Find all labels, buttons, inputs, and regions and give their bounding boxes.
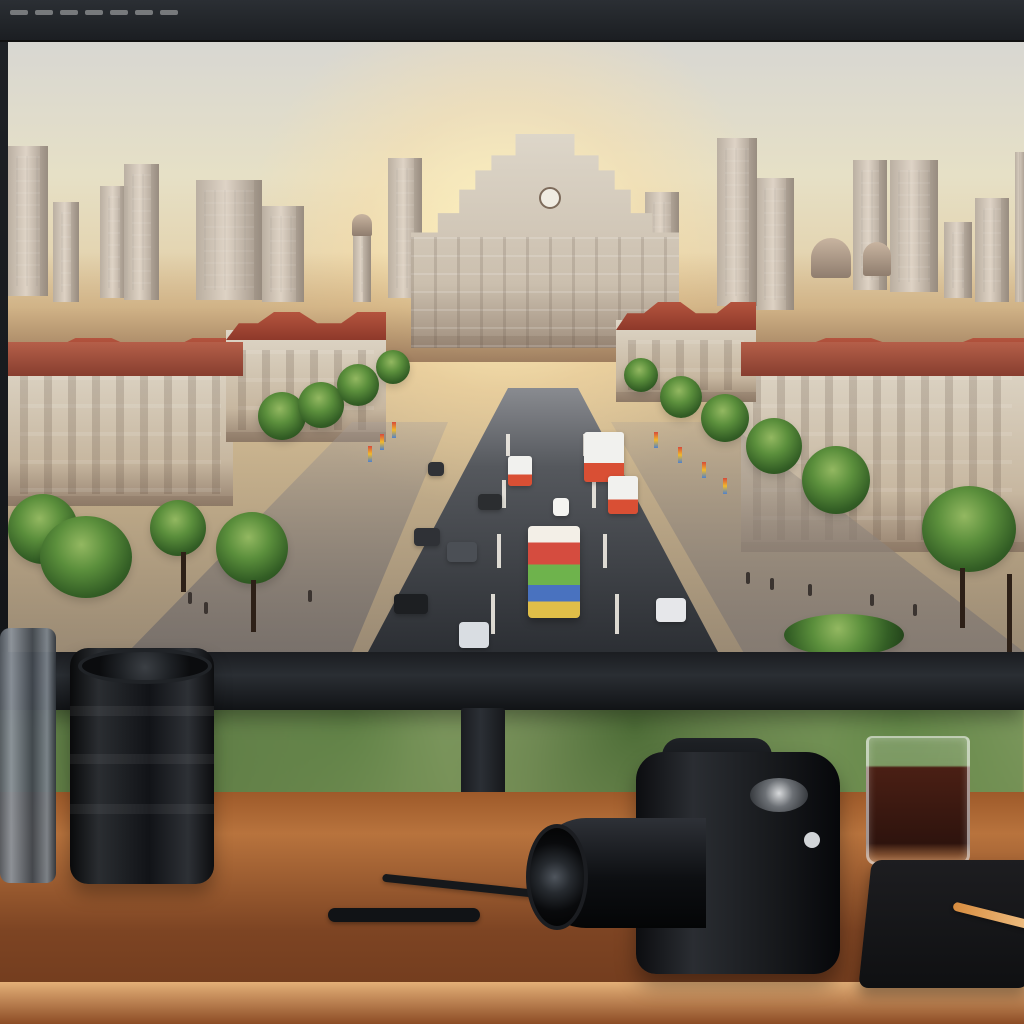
road-car	[414, 528, 440, 546]
toolbar-indicator	[135, 10, 153, 15]
lane-marking	[497, 534, 501, 568]
lens-ring	[70, 754, 214, 764]
skyline-tower	[53, 202, 79, 302]
city-bus	[528, 526, 580, 618]
right-church-dome	[811, 238, 851, 278]
right-small-dome	[863, 242, 891, 276]
road-car	[656, 598, 686, 622]
pedestrian	[746, 572, 750, 584]
lens-ring	[70, 706, 214, 716]
road-car	[394, 594, 428, 614]
street-tree	[784, 614, 904, 652]
road-car	[428, 462, 444, 476]
palace-clock	[539, 187, 561, 209]
tree-trunk	[1007, 574, 1012, 652]
monitor	[0, 0, 1024, 710]
pedestrian	[308, 590, 312, 602]
toolbar-indicator	[10, 10, 28, 15]
left-civic-building	[8, 356, 233, 506]
street-flag	[392, 422, 396, 438]
street-tree	[660, 376, 702, 418]
skyline-tower	[756, 178, 794, 310]
pedestrian	[870, 594, 874, 606]
toolbar-indicator	[85, 10, 103, 15]
lane-marking	[502, 480, 506, 508]
skyline-tower	[124, 164, 159, 300]
street-tree	[40, 516, 132, 598]
street-tree	[802, 446, 870, 514]
toolbar-indicator	[160, 10, 178, 15]
lane-marking	[615, 594, 619, 634]
lane-marking	[592, 480, 596, 508]
right-roofline	[741, 342, 1024, 376]
monitor-top-bar	[0, 0, 1024, 42]
street-flag	[380, 434, 384, 450]
white-truck	[608, 476, 638, 514]
road-car	[553, 498, 569, 516]
street-tree	[922, 486, 1016, 572]
white-truck	[508, 456, 532, 486]
camera-dial	[750, 778, 808, 812]
street-tree	[624, 358, 658, 392]
street-flag	[368, 446, 372, 462]
skyline-tower	[262, 206, 304, 302]
tree-trunk	[181, 552, 186, 592]
pedestrian	[204, 602, 208, 614]
street-tree	[701, 394, 749, 442]
street-tree	[150, 500, 206, 556]
desk-front-edge	[0, 982, 1024, 1024]
lens-icon	[70, 648, 214, 884]
pedestrian	[188, 592, 192, 604]
toolbar-indicator	[110, 10, 128, 15]
toolbar-indicators	[10, 10, 178, 15]
road-car	[459, 622, 489, 648]
street-flag	[723, 478, 727, 494]
street-tree	[216, 512, 288, 584]
toolbar-indicator	[60, 10, 78, 15]
street-tree	[337, 364, 379, 406]
street-flag	[678, 447, 682, 463]
left-roofline	[8, 342, 243, 376]
street-flag	[654, 432, 658, 448]
street-tree	[376, 350, 410, 384]
camera-icon	[526, 738, 842, 978]
camera-lens	[526, 818, 706, 930]
tree-trunk	[960, 568, 965, 628]
lane-marking	[603, 534, 607, 568]
lane-marking	[506, 434, 510, 456]
white-truck	[584, 432, 624, 482]
left-church-dome	[352, 214, 372, 236]
desk-cable	[328, 908, 480, 922]
right-church-tower	[717, 138, 757, 306]
camera-button	[804, 832, 820, 848]
road-car	[447, 542, 477, 562]
street-flag	[702, 462, 706, 478]
skyline-tower	[975, 198, 1009, 302]
pedestrian	[770, 578, 774, 590]
metal-lens-cup	[0, 628, 56, 883]
road-car	[478, 494, 502, 510]
lens-ring	[70, 804, 214, 814]
tree-trunk	[251, 580, 256, 632]
street-tree	[746, 418, 802, 474]
skyline-tower	[196, 180, 262, 300]
lane-marking	[491, 594, 495, 634]
toolbar-indicator	[35, 10, 53, 15]
notebook-icon	[858, 860, 1024, 988]
skyline-tower	[1015, 152, 1024, 302]
pedestrian	[913, 604, 917, 616]
desk-scene	[0, 0, 1024, 1024]
pedestrian	[808, 584, 812, 596]
skyline-tower	[890, 160, 938, 292]
glass-icon	[866, 736, 970, 865]
skyline-tower	[8, 146, 48, 296]
monitor-screen	[8, 42, 1024, 652]
skyline-tower	[944, 222, 972, 298]
